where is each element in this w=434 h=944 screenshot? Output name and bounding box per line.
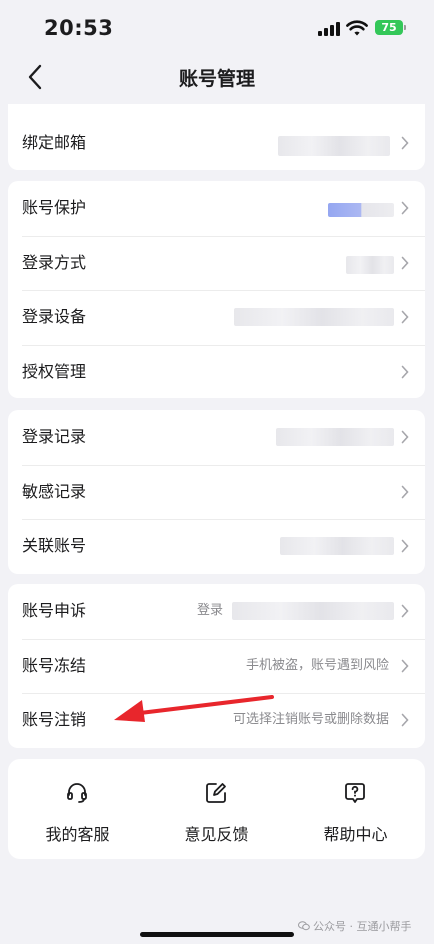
row-label: 账号冻结 <box>22 655 87 675</box>
redacted-value <box>346 255 394 274</box>
row-account-appeal[interactable]: 账号申诉 登录 <box>8 584 425 639</box>
row-label: 账号注销 <box>22 710 87 729</box>
help-icon <box>345 783 365 803</box>
row-login-method[interactable]: 登录方式 <box>8 235 425 291</box>
row-label: 账号申诉 <box>22 601 87 620</box>
status-time: 20:53 <box>44 16 114 40</box>
row-label: 敏感记录 <box>22 481 87 501</box>
row-label: 关联账号 <box>22 536 87 555</box>
row-account-deletion[interactable]: 账号注销 可选择注销账号或删除数据 <box>8 693 425 748</box>
redacted-value <box>276 428 394 446</box>
edit-icon <box>206 783 226 803</box>
row-value: 登录 <box>196 603 223 618</box>
row-authorization[interactable]: 授权管理 <box>8 344 425 399</box>
row-account-freeze[interactable]: 账号冻结 手机被盗，账号遇到风险 <box>8 638 425 694</box>
row-label: 授权管理 <box>22 361 87 381</box>
cellular-signal-icon <box>318 22 340 36</box>
action-label: 意见反馈 <box>184 825 249 844</box>
feedback-button[interactable]: 意见反馈 <box>147 759 286 859</box>
chevron-right-icon <box>401 539 409 553</box>
status-bar: 20:53 75 <box>0 0 434 56</box>
customer-service-button[interactable]: 我的客服 <box>8 759 147 859</box>
chevron-right-icon <box>401 485 409 498</box>
account-section: 账号申诉 登录 账号冻结 手机被盗，账号遇到风险 账号注销 可选择注销账号或删除… <box>8 584 425 748</box>
row-label: 登录设备 <box>22 307 87 326</box>
email-section: 绑定邮箱 <box>8 104 425 170</box>
watermark: 公众号 · 互通小帮手 <box>298 918 412 934</box>
chevron-right-icon <box>401 310 409 324</box>
records-section: 登录记录 敏感记录 关联账号 <box>8 410 425 574</box>
chevron-right-icon <box>401 365 409 378</box>
action-label: 帮助中心 <box>323 825 388 844</box>
chevron-right-icon <box>401 604 409 618</box>
chevron-right-icon <box>401 713 409 727</box>
chevron-right-icon <box>401 430 409 444</box>
chevron-right-icon <box>401 256 409 269</box>
page-title: 账号管理 <box>178 68 255 90</box>
chevron-right-icon <box>401 201 409 215</box>
redacted-value <box>328 203 394 217</box>
wechat-icon <box>298 921 310 931</box>
chevron-right-icon <box>401 659 409 672</box>
row-label: 登录方式 <box>22 252 87 272</box>
security-section: 账号保护 登录方式 登录设备 授权管理 <box>8 181 425 398</box>
row-label: 绑定邮箱 <box>22 133 87 152</box>
redacted-value <box>232 602 394 620</box>
wifi-icon <box>346 20 368 36</box>
battery-indicator: 75 <box>375 20 406 35</box>
row-value: 手机被盗，账号遇到风险 <box>245 657 389 673</box>
row-value: 可选择注销账号或删除数据 <box>232 712 389 727</box>
row-bind-email[interactable]: 绑定邮箱 <box>8 104 425 170</box>
row-linked-accounts[interactable]: 关联账号 <box>8 519 425 574</box>
row-label: 登录记录 <box>22 427 87 446</box>
row-account-protection[interactable]: 账号保护 <box>8 181 425 236</box>
redacted-value <box>278 136 390 156</box>
redacted-value <box>234 308 394 326</box>
home-indicator[interactable] <box>140 932 294 937</box>
nav-bar: 账号管理 <box>0 56 434 98</box>
redacted-value <box>280 537 394 555</box>
row-sensitive-records[interactable]: 敏感记录 <box>8 464 425 520</box>
quick-actions: 我的客服 意见反馈 帮助中心 <box>8 759 425 859</box>
chevron-right-icon <box>401 136 409 150</box>
row-label: 账号保护 <box>22 198 87 217</box>
watermark-text: 公众号 · 互通小帮手 <box>313 920 412 933</box>
help-center-button[interactable]: 帮助中心 <box>286 759 425 859</box>
headset-icon <box>67 783 87 803</box>
row-login-devices[interactable]: 登录设备 <box>8 290 425 345</box>
action-label: 我的客服 <box>45 825 110 844</box>
row-login-records[interactable]: 登录记录 <box>8 410 425 465</box>
